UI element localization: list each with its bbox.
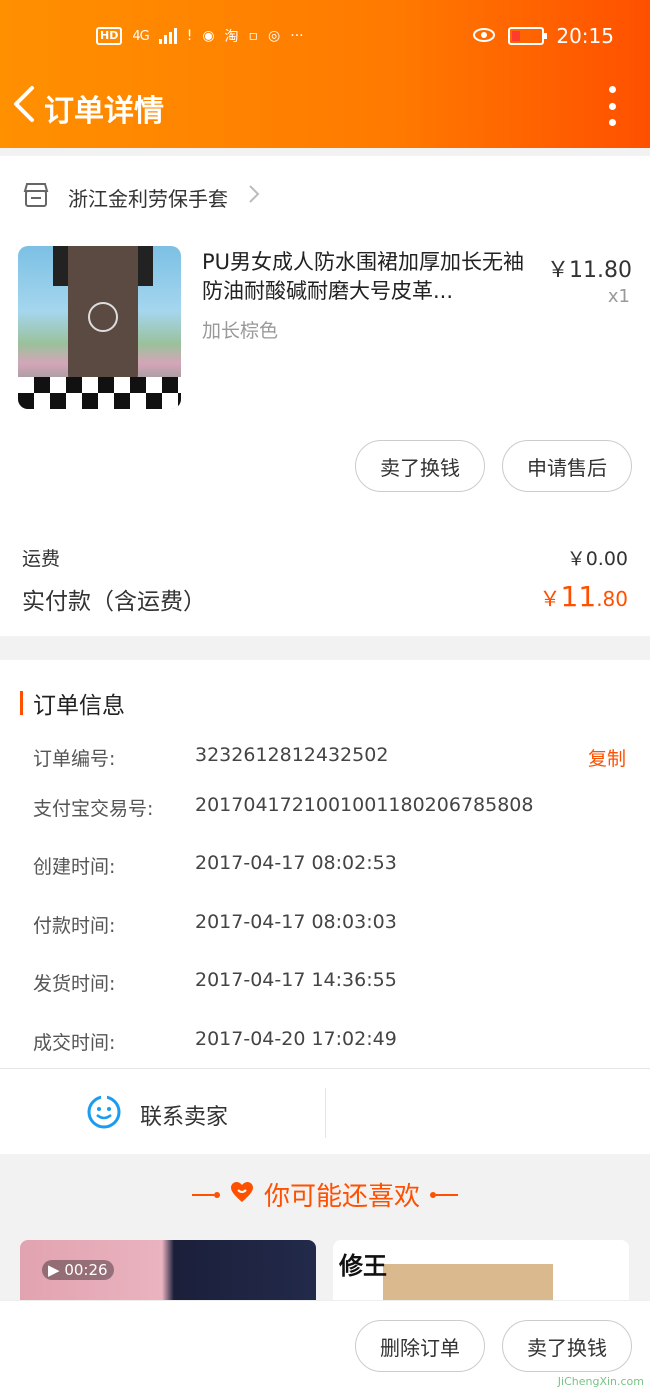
info-key: 支付宝交易号: xyxy=(33,798,154,820)
accent-bar xyxy=(20,691,23,715)
video-duration-badge: ▶ 00:26 xyxy=(42,1260,114,1280)
product-image xyxy=(383,1264,553,1300)
sell-button[interactable]: 卖了换钱 xyxy=(355,440,485,492)
bottom-action-bar: 删除订单 卖了换钱 JiChengXin.com xyxy=(0,1300,650,1390)
order-info-header: 订单信息 xyxy=(20,686,125,720)
info-key: 订单编号: xyxy=(33,748,116,770)
info-key: 成交时间: xyxy=(33,1032,116,1054)
app-icon: ◉ xyxy=(202,28,215,44)
shipping-label: 运费 xyxy=(22,548,61,570)
status-left: HD 4G ! ◉ 淘 ▫ ◎ ··· xyxy=(96,26,304,46)
status-bar: HD 4G ! ◉ 淘 ▫ ◎ ··· 20:15 xyxy=(0,0,650,76)
recommend-header: 你可能还喜欢 xyxy=(0,1176,650,1213)
eye-icon xyxy=(472,24,496,48)
delete-order-button[interactable]: 删除订单 xyxy=(355,1320,485,1372)
page-title: 订单详情 xyxy=(44,94,164,129)
info-value: 2017041721001001180206785808 xyxy=(195,794,534,816)
hd-icon: HD xyxy=(96,27,123,45)
product-name[interactable]: PU男女成人防水围裙加厚加长无袖防油耐酸碱耐磨大号皮革... xyxy=(202,248,532,306)
contact-seller-label: 联系卖家 xyxy=(140,1105,229,1130)
paid-label: 实付款（含运费） xyxy=(22,589,206,615)
recommend-item[interactable]: 修王 xyxy=(333,1240,629,1300)
watermark: JiChengXin.com xyxy=(557,1375,644,1388)
recommend-item[interactable]: ▶ 00:26 xyxy=(20,1240,316,1300)
shop-name: 浙江金利劳保手套 xyxy=(68,186,228,211)
signal-icon xyxy=(158,28,177,44)
more-menu-icon[interactable] xyxy=(606,86,618,126)
video-duration: 00:26 xyxy=(64,1261,108,1279)
app-icon: ◎ xyxy=(268,28,281,44)
product-sku: 加长棕色 xyxy=(202,320,279,342)
after-sale-button[interactable]: 申请售后 xyxy=(502,440,632,492)
status-right: 20:15 xyxy=(472,24,614,48)
info-value: 2017-04-20 17:02:49 xyxy=(195,1028,397,1050)
paid-amount-dec: .80 xyxy=(596,587,628,611)
order-info-card: 订单信息 复制 订单编号: 3232612812432502 支付宝交易号: 2… xyxy=(0,660,650,1154)
product-price: ￥11.80 xyxy=(547,258,632,283)
taobao-icon: 淘 xyxy=(224,29,239,45)
shop-icon xyxy=(22,182,50,212)
heart-icon xyxy=(230,1180,254,1210)
back-icon[interactable] xyxy=(10,82,40,126)
more-notifications-icon: ··· xyxy=(290,28,304,44)
chevron-right-icon xyxy=(248,184,260,210)
network-label: 4G xyxy=(132,28,149,44)
currency-symbol: ￥ xyxy=(539,587,561,611)
nav-bar: 订单详情 xyxy=(0,76,650,136)
divider xyxy=(325,1088,326,1138)
info-value: 2017-04-17 08:03:03 xyxy=(195,911,397,933)
shop-link[interactable]: 浙江金利劳保手套 xyxy=(22,182,260,212)
recommend-title: 你可能还喜欢 xyxy=(263,1182,420,1212)
sell-button[interactable]: 卖了换钱 xyxy=(502,1320,632,1372)
info-key: 付款时间: xyxy=(33,915,116,937)
alert-icon: ! xyxy=(186,28,193,44)
paid-amount-int: 11 xyxy=(560,580,597,613)
info-key: 发货时间: xyxy=(33,973,116,995)
info-value: 3232612812432502 xyxy=(195,744,389,766)
paid-amount: ￥11.80 xyxy=(540,580,628,613)
status-time: 20:15 xyxy=(556,24,614,48)
contact-seller-button[interactable]: 联系卖家 xyxy=(86,1094,228,1136)
copy-button[interactable]: 复制 xyxy=(588,744,626,771)
divider xyxy=(0,1068,650,1069)
chat-face-icon xyxy=(86,1094,122,1136)
info-key: 创建时间: xyxy=(33,856,116,878)
info-value: 2017-04-17 08:02:53 xyxy=(195,852,397,874)
header-bar: HD 4G ! ◉ 淘 ▫ ◎ ··· 20:15 订单详情 xyxy=(0,0,650,148)
product-thumbnail[interactable] xyxy=(18,246,181,409)
battery-icon xyxy=(508,27,548,45)
product-quantity: x1 xyxy=(607,286,630,307)
brand-logo: 修王 xyxy=(339,1252,387,1280)
app-icon: ▫ xyxy=(248,28,259,44)
info-value: 2017-04-17 14:36:55 xyxy=(195,969,397,991)
shipping-value: ￥0.00 xyxy=(566,548,628,570)
order-item-card: 浙江金利劳保手套 PU男女成人防水围裙加厚加长无袖防油耐酸碱耐磨大号皮革... … xyxy=(0,156,650,636)
order-info-title: 订单信息 xyxy=(33,693,125,719)
decor-line-icon xyxy=(430,1191,458,1198)
decor-line-icon xyxy=(191,1191,220,1198)
